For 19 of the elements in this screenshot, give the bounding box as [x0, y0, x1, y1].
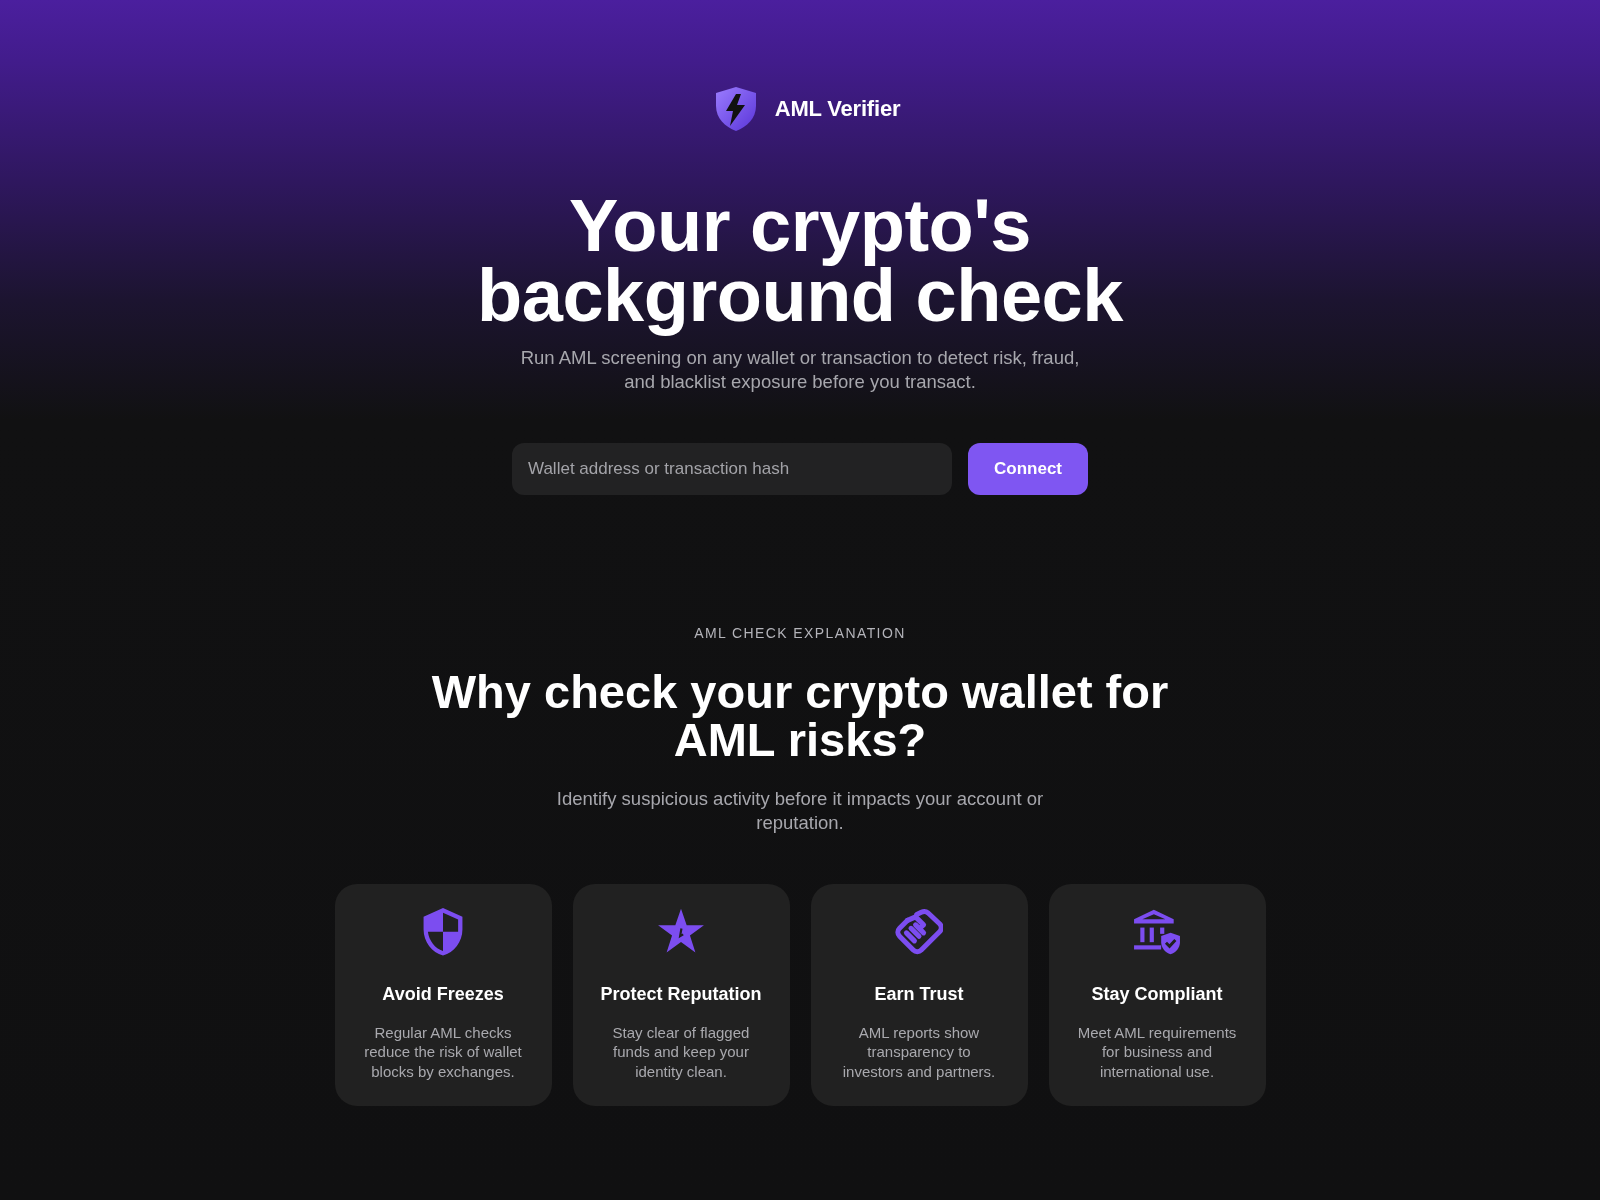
brand-name: AML Verifier	[774, 96, 901, 122]
feature-title: Protect Reputation	[600, 982, 762, 1005]
hero-subtitle: Run AML screening on any wallet or transaction to detect risk, fraud, and blacklist exposure before you transact.	[519, 346, 1081, 394]
feature-text: Regular AML checks reduce the risk of wallet blocks by exchanges.	[363, 1022, 523, 1081]
section-title: Why check your crypto wallet for AML risks?	[430, 668, 1170, 764]
shield-bolt-icon	[713, 86, 758, 132]
connect-button[interactable]: Connect	[968, 443, 1088, 495]
bank-shield-icon	[1133, 908, 1181, 956]
search-field[interactable]: Wallet address or transaction hash	[512, 443, 952, 495]
feature-text: Meet AML requirements for business and international use.	[1077, 1022, 1237, 1081]
feature-text: AML reports show transparency to investors and partners.	[841, 1022, 997, 1081]
section-subtitle: Identify suspicious activity before it impacts your account or reputation.	[555, 787, 1045, 835]
feature-title: Earn Trust	[874, 982, 964, 1005]
handshake-icon	[895, 908, 943, 956]
feature-title: Stay Compliant	[1091, 982, 1223, 1005]
feature-text: Stay clear of flagged funds and keep your identity clean.	[611, 1022, 751, 1081]
feature-title: Avoid Freezes	[382, 982, 504, 1005]
hero-title: Your crypto's background check	[476, 183, 1125, 339]
section-eyebrow: AML CHECK EXPLANATION	[694, 624, 906, 642]
